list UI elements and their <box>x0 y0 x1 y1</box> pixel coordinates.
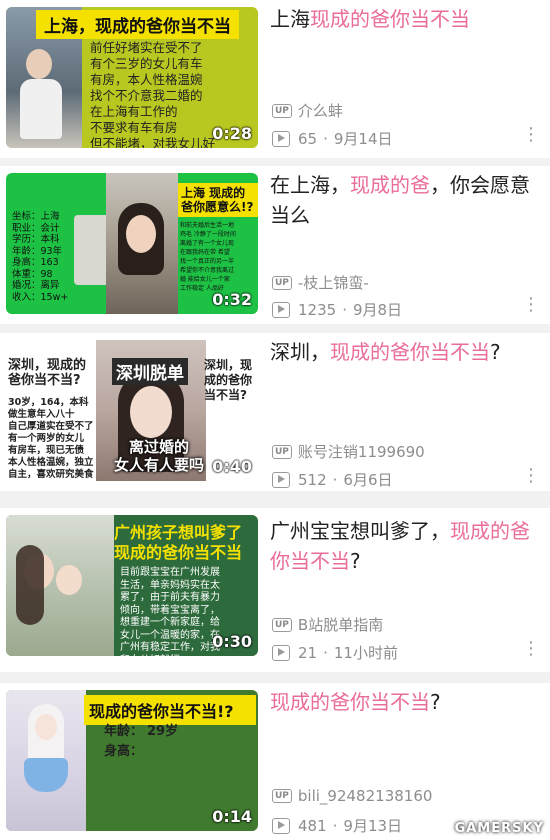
upload-date: 6月6日 <box>343 471 393 489</box>
thumb-description: 前任好堵实在受不了 有个三岁的女儿有车 有房，本人性格温婉 找个不介意我二婚的 … <box>90 40 216 148</box>
video-thumbnail[interactable]: 深圳，现成的爸你当不当? 30岁，164，本科 做生意年入八十 自己厚道实在受不… <box>6 340 258 481</box>
video-thumbnail[interactable]: 广州孩子想叫爹了 现成的爸你当不当 目前跟宝宝在广州发展 生活，单亲妈妈实在太 … <box>6 515 258 656</box>
video-duration: 0:30 <box>212 632 252 651</box>
up-icon: UP <box>272 617 292 632</box>
thumb-banner: 上海 现成的爸你愿意么!? <box>178 183 258 217</box>
video-duration: 0:32 <box>212 290 252 309</box>
video-thumbnail[interactable]: 坐标：上海 职业：会计 学历：本科 年龄：93年 身高：163 体重：98 婚况… <box>6 173 258 314</box>
more-options-icon[interactable]: ⋮ <box>522 124 540 145</box>
video-title[interactable]: 现成的爸你当不当? <box>270 687 540 717</box>
upload-date: 9月14日 <box>333 130 393 148</box>
thumb-banner: 广州孩子想叫爹了 现成的爸你当不当 <box>114 523 243 562</box>
video-stats: 1235 · 9月8日 <box>272 299 402 320</box>
dot-separator: · <box>332 816 338 835</box>
video-stats: 21 · 11小时前 <box>272 642 398 663</box>
video-card[interactable]: 现成的爸你当不当!? 年龄： 29岁 身高： 0:14 现成的爸你当不当? UP … <box>0 683 550 840</box>
upload-date: 9月13日 <box>343 817 403 835</box>
video-stats: 481 · 9月13日 <box>272 815 402 836</box>
thumb-person-face <box>26 49 52 79</box>
more-options-icon[interactable]: ⋮ <box>522 465 540 486</box>
video-title[interactable]: 在上海，现成的爸，你会愿意当么 <box>270 170 540 230</box>
up-icon: UP <box>272 444 292 459</box>
video-card[interactable]: 深圳，现成的爸你当不当? 30岁，164，本科 做生意年入八十 自己厚道实在受不… <box>0 333 550 491</box>
thumb-child-face <box>56 565 82 595</box>
video-stats: 65 · 9月14日 <box>272 128 393 149</box>
uploader-name: -枝上锦蛮- <box>297 274 369 292</box>
thumb-profile: 坐标：上海 职业：会计 学历：本科 年龄：93年 身高：163 体重：98 婚况… <box>12 211 69 303</box>
thumb-center-caption: 离过婚的 女人有人要吗 <box>113 438 204 474</box>
dot-separator: · <box>323 129 328 148</box>
view-count: 21 <box>298 643 318 662</box>
video-card[interactable]: 坐标：上海 职业：会计 学历：本科 年龄：93年 身高：163 体重：98 婚况… <box>0 166 550 324</box>
more-options-icon[interactable]: ⋮ <box>522 638 540 659</box>
view-count: 65 <box>298 129 318 148</box>
view-count: 481 <box>298 816 327 835</box>
thumb-height: 身高： <box>104 744 144 759</box>
thumb-description: 30岁，164，本科 做生意年入八十 自己厚道实在受不了 有一个两岁的女儿 有房… <box>8 397 94 480</box>
play-count-icon <box>272 130 290 147</box>
video-uploader[interactable]: UP 账号注销1199690 <box>272 441 425 462</box>
thumb-center-heading: 深圳脱单 <box>112 358 188 385</box>
up-icon: UP <box>272 103 292 118</box>
thumb-banner: 上海，现成的爸你当不当 <box>36 10 239 39</box>
play-count-icon <box>272 301 290 318</box>
uploader-name: B站脱单指南 <box>297 616 384 634</box>
video-thumbnail[interactable]: 上海，现成的爸你当不当 前任好堵实在受不了 有个三岁的女儿有车 有房，本人性格温… <box>6 7 258 148</box>
up-icon: UP <box>272 789 292 803</box>
thumb-banner: 现成的爸你当不当!? <box>84 695 256 725</box>
thumb-description: 目前跟宝宝在广州发展 生活，单亲妈妈实在太 累了，由于前夫有暴力 倾向，带着宝宝… <box>120 567 220 656</box>
video-duration: 0:28 <box>212 124 252 143</box>
video-title[interactable]: 广州宝宝想叫爹了，现成的爸你当不当? <box>270 516 540 576</box>
dot-separator: · <box>332 470 338 489</box>
video-uploader[interactable]: UP bili_92482138160 <box>272 787 432 805</box>
thumb-description: 和前夫婚后生活一地 鸡毛 冷静了一段时间 离婚了有一个女儿现 在跟我妈在带 希望… <box>180 222 236 292</box>
uploader-name: bili_92482138160 <box>297 787 433 805</box>
more-options-icon[interactable]: ⋮ <box>522 294 540 315</box>
uploader-name: 介么蚌 <box>297 102 343 120</box>
video-uploader[interactable]: UP -枝上锦蛮- <box>272 272 369 293</box>
upload-date: 9月8日 <box>352 301 403 319</box>
thumb-person-body <box>20 79 62 139</box>
dot-separator: · <box>323 643 328 662</box>
play-count-icon <box>272 817 290 834</box>
thumb-person-face-front <box>126 215 156 253</box>
video-thumbnail[interactable]: 现成的爸你当不当!? 年龄： 29岁 身高： 0:14 <box>6 690 258 831</box>
video-uploader[interactable]: UP 介么蚌 <box>272 100 343 121</box>
view-count: 512 <box>298 470 327 489</box>
video-stats: 512 · 6月6日 <box>272 469 393 490</box>
thumb-person-face <box>35 714 57 740</box>
thumb-age: 年龄： 29岁 <box>104 724 179 739</box>
view-count: 1235 <box>298 300 337 319</box>
thumb-person-face <box>130 386 172 438</box>
video-uploader[interactable]: UP B站脱单指南 <box>272 614 383 635</box>
thumb-left-heading: 深圳，现成的爸你当不当? <box>8 358 87 388</box>
video-card[interactable]: 广州孩子想叫爹了 现成的爸你当不当 目前跟宝宝在广州发展 生活，单亲妈妈实在太 … <box>0 508 550 672</box>
thumb-right-heading: 深圳，现成的爸你当不当? <box>204 358 253 402</box>
video-title[interactable]: 上海现成的爸你当不当 <box>270 4 540 34</box>
dot-separator: · <box>342 300 347 319</box>
watermark-logo: GAMERSKY <box>454 821 544 836</box>
thumb-person-hair <box>16 545 44 625</box>
upload-date: 11小时前 <box>333 644 398 662</box>
video-title[interactable]: 深圳，现成的爸你当不当? <box>270 337 540 367</box>
play-count-icon <box>272 644 290 661</box>
video-duration: 0:40 <box>212 457 252 476</box>
play-count-icon <box>272 471 290 488</box>
uploader-name: 账号注销1199690 <box>297 443 425 461</box>
video-card[interactable]: 上海，现成的爸你当不当 前任好堵实在受不了 有个三岁的女儿有车 有房，本人性格温… <box>0 0 550 158</box>
up-icon: UP <box>272 275 292 290</box>
video-duration: 0:14 <box>212 807 252 826</box>
